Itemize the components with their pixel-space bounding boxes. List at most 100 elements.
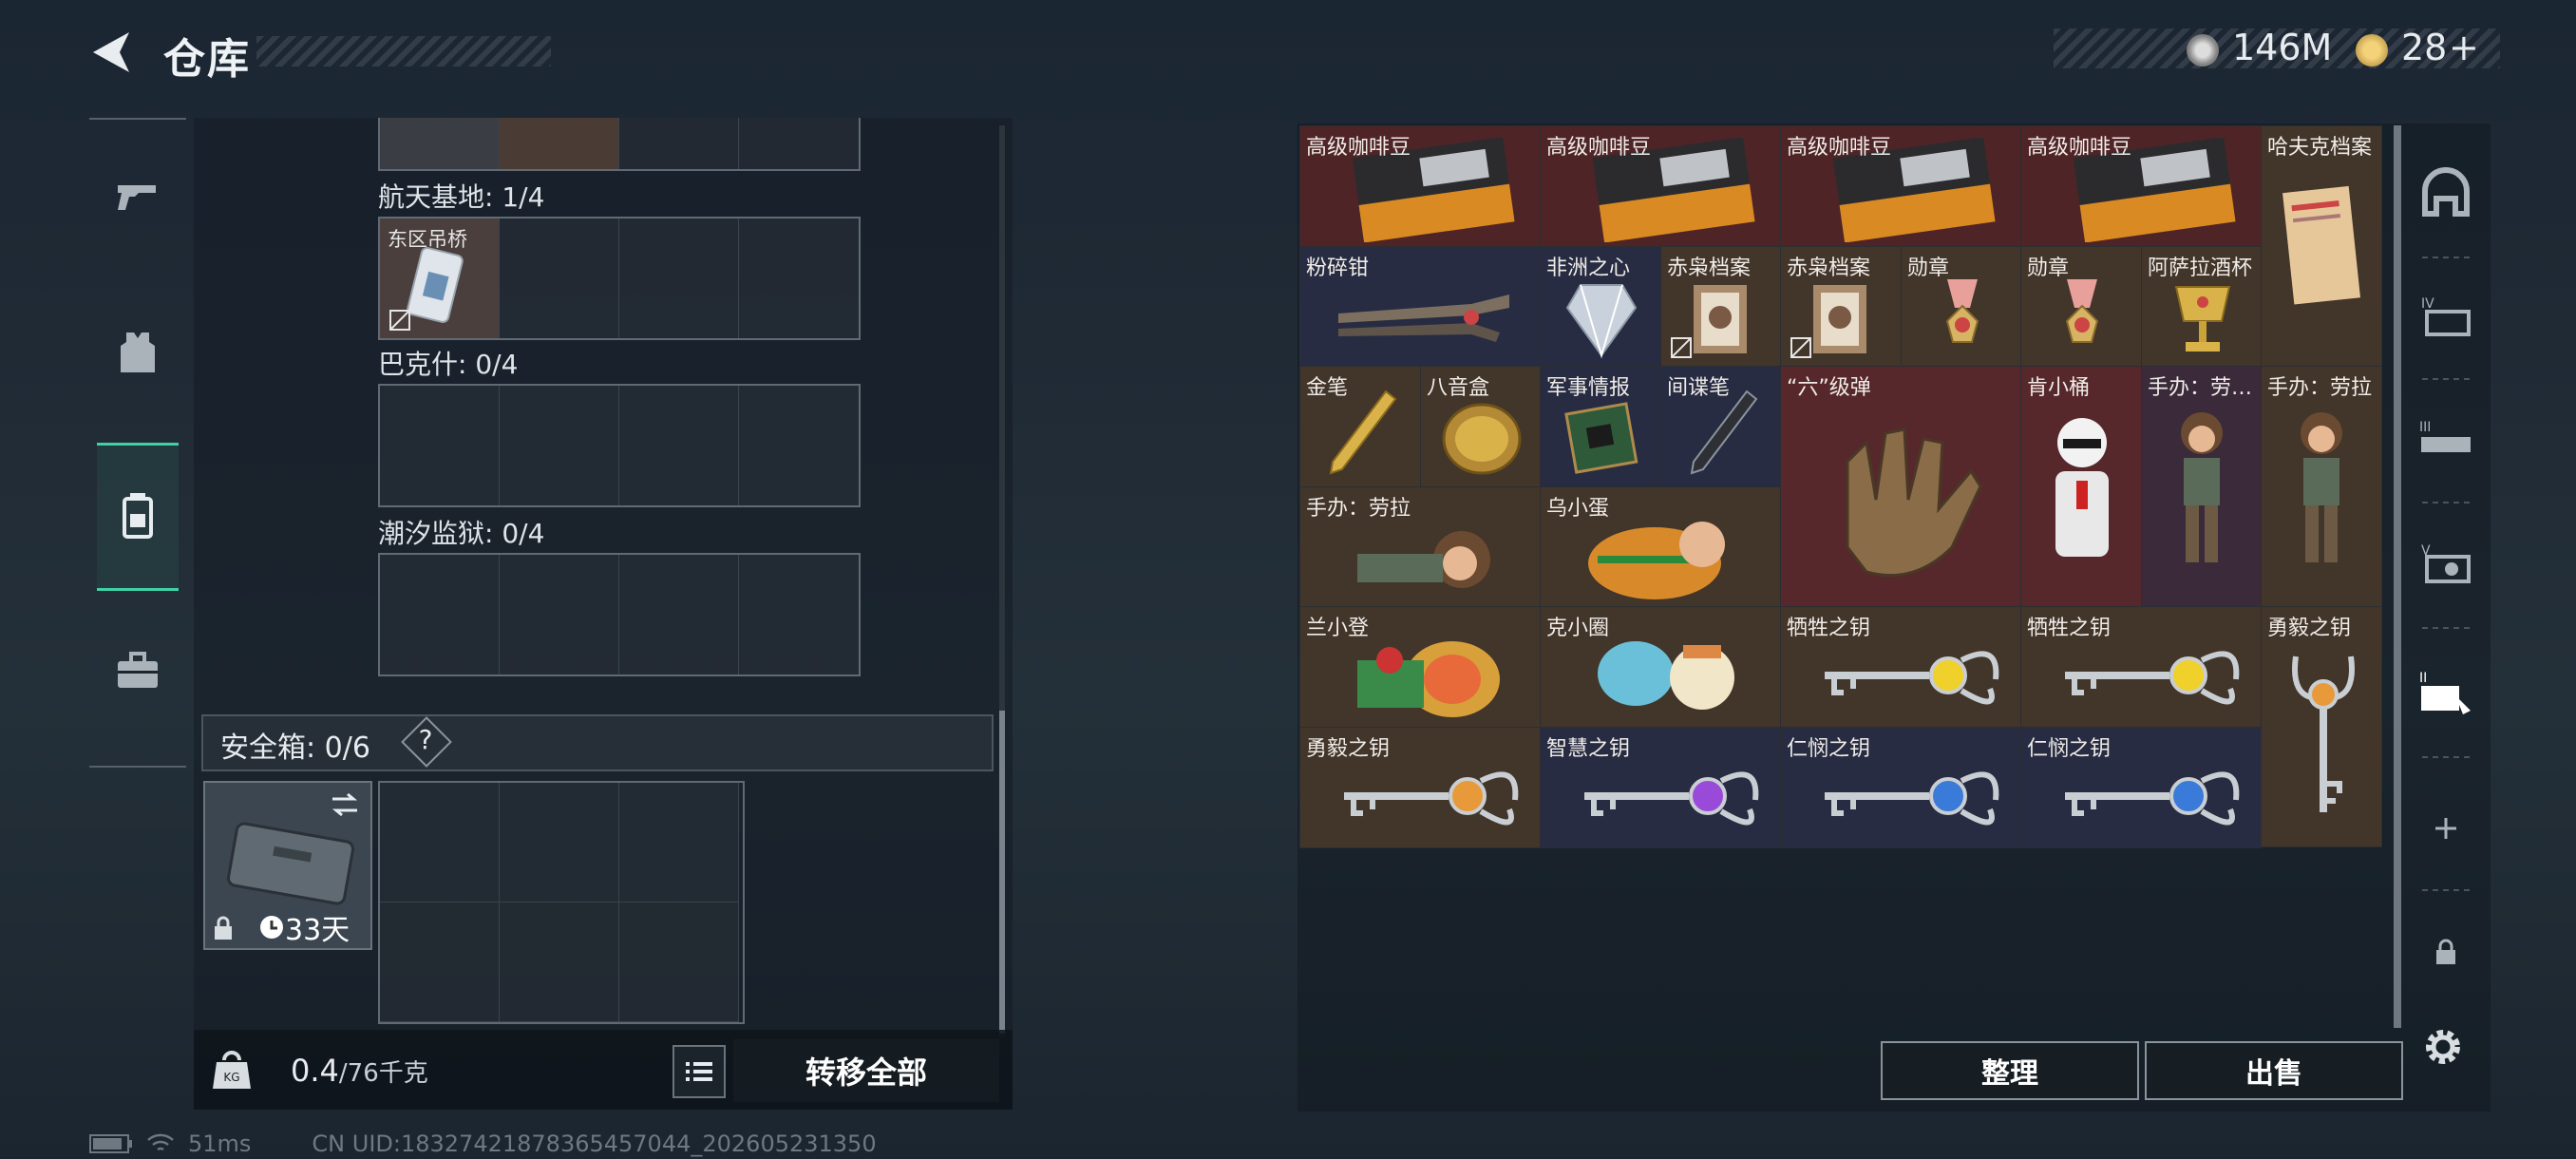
item-name: 非洲之心: [1546, 256, 1631, 280]
item-slot[interactable]: 手办：劳拉: [2261, 366, 2382, 607]
backpack-tab[interactable]: [97, 443, 179, 591]
medal-icon: [2065, 279, 2099, 343]
list-icon: [686, 1062, 712, 1081]
grid-cell[interactable]: [500, 555, 619, 674]
item-slot[interactable]: 牺牲之钥: [2020, 606, 2262, 728]
item-slot[interactable]: 勇毅之钥: [1299, 727, 1541, 848]
grid-cell[interactable]: [739, 118, 859, 169]
add-token-button[interactable]: +: [2449, 27, 2479, 68]
lock-tab-button[interactable]: [2411, 914, 2481, 990]
sell-button[interactable]: 出售: [2145, 1041, 2403, 1100]
armor-tab[interactable]: [97, 281, 179, 424]
item-slot[interactable]: 克小圈: [1540, 606, 1781, 728]
item-slot[interactable]: 兰小登: [1299, 606, 1541, 728]
stash-grid-tidal-prison: [378, 553, 861, 676]
tier-3-tab-icon: III: [2419, 420, 2471, 452]
sort-button[interactable]: 整理: [1881, 1041, 2139, 1100]
item-slot[interactable]: 非洲之心: [1540, 246, 1661, 367]
item-slot[interactable]: 高级咖啡豆: [2020, 125, 2262, 247]
item-name: 克小圈: [1546, 617, 1610, 640]
grid-cell[interactable]: [500, 218, 619, 338]
transfer-all-button[interactable]: 转移全部: [733, 1039, 999, 1102]
item-slot[interactable]: 阿萨拉酒杯: [2141, 246, 2262, 367]
item-slot[interactable]: 八音盒: [1420, 366, 1541, 487]
grid-cell[interactable]: [619, 783, 739, 902]
grid-cell[interactable]: [500, 783, 619, 902]
item-slot[interactable]: 仁悯之钥: [2020, 727, 2262, 848]
toolbox-icon: [118, 652, 158, 688]
item-name: 粉碎钳: [1306, 256, 1370, 280]
sacrifice-key-icon: [1825, 651, 1999, 705]
grid-cell[interactable]: [500, 902, 619, 1022]
tab-tier-2[interactable]: II: [2411, 654, 2481, 730]
tab-tier-3[interactable]: III: [2411, 401, 2481, 477]
list-view-button[interactable]: [672, 1045, 726, 1098]
tab-helmet[interactable]: [2411, 154, 2481, 230]
stash-scrollbar-thumb[interactable]: [999, 711, 1005, 1034]
item-name: 勋章: [1907, 256, 1950, 280]
grid-cell[interactable]: [380, 118, 500, 169]
item-slot[interactable]: 高级咖啡豆: [1780, 125, 2021, 247]
item-name: 高级咖啡豆: [2027, 136, 2132, 160]
back-arrow-icon[interactable]: [87, 28, 135, 76]
grid-cell[interactable]: [739, 386, 859, 505]
grid-cell[interactable]: [500, 386, 619, 505]
settings-icon[interactable]: [2418, 1022, 2468, 1072]
item-name: 仁悯之钥: [1787, 737, 1871, 761]
lara-figure-lying-icon: [1357, 531, 1490, 588]
weapons-tab[interactable]: [97, 125, 179, 268]
item-slot[interactable]: 哈夫克档案: [2261, 125, 2382, 367]
item-slot[interactable]: 赤枭档案: [1660, 246, 1781, 367]
item-name: 赤枭档案: [1667, 256, 1752, 280]
item-slot[interactable]: 牺牲之钥: [1780, 606, 2021, 728]
item-slot[interactable]: 肯小桶: [2020, 366, 2142, 607]
grid-cell[interactable]: [619, 386, 739, 505]
svg-text:III: III: [2419, 420, 2431, 435]
item-name: 手办：劳拉: [1306, 497, 1411, 521]
grid-cell[interactable]: [739, 555, 859, 674]
item-name: 手办：劳…: [2148, 376, 2253, 400]
item-slot[interactable]: 手办：劳…: [2141, 366, 2262, 607]
svg-text:KG: KG: [223, 1071, 239, 1084]
item-slot[interactable]: 仁悯之钥: [1780, 727, 2021, 848]
item-slot[interactable]: 智慧之钥: [1540, 727, 1781, 848]
grid-cell[interactable]: [380, 902, 500, 1022]
add-tab-button[interactable]: [2411, 790, 2481, 866]
grid-cell[interactable]: [619, 555, 739, 674]
item-slot[interactable]: 间谍笔: [1660, 366, 1781, 487]
toolbox-tab[interactable]: [97, 599, 179, 742]
grid-cell[interactable]: [380, 386, 500, 505]
grid-cell[interactable]: [619, 118, 739, 169]
tab-tier-5[interactable]: V: [2411, 524, 2481, 600]
grid-cell[interactable]: [380, 783, 500, 902]
item-slot[interactable]: 军事情报: [1540, 366, 1661, 487]
grid-cell[interactable]: [619, 902, 739, 1022]
item-slot[interactable]: 高级咖啡豆: [1540, 125, 1781, 247]
grid-cell[interactable]: [619, 218, 739, 338]
svg-text:II: II: [2419, 671, 2427, 686]
item-slot[interactable]: 手办：劳拉: [1299, 486, 1541, 607]
item-slot[interactable]: 乌小蛋: [1540, 486, 1781, 607]
sacrifice-key-icon: [2065, 651, 2240, 705]
grid-cell[interactable]: [500, 118, 619, 169]
add-icon: [2435, 818, 2456, 839]
item-slot[interactable]: 勋章: [2020, 246, 2142, 367]
swap-icon[interactable]: [329, 790, 361, 819]
grid-cell[interactable]: [380, 555, 500, 674]
tier-5-tab-icon: V: [2421, 543, 2471, 583]
gun-icon: [118, 185, 156, 210]
item-slot[interactable]: 高级咖啡豆: [1299, 125, 1541, 247]
grid-cell[interactable]: [739, 218, 859, 338]
item-slot[interactable]: “六”级弹: [1780, 366, 2021, 607]
tab-tier-4[interactable]: IV: [2411, 277, 2481, 353]
inventory-scrollbar[interactable]: [2394, 125, 2401, 1028]
weight-max: /76千克: [338, 1059, 428, 1088]
item-slot[interactable]: 勇毅之钥: [2261, 606, 2382, 847]
help-button[interactable]: ?: [414, 724, 437, 755]
item-slot[interactable]: 赤枭档案: [1780, 246, 1902, 367]
item-name: 智慧之钥: [1546, 737, 1631, 761]
item-slot[interactable]: 金笔: [1299, 366, 1421, 487]
item-slot[interactable]: 勋章: [1901, 246, 2021, 367]
item-slot[interactable]: 东区吊桥: [380, 218, 500, 338]
item-slot[interactable]: 粉碎钳: [1299, 246, 1541, 367]
